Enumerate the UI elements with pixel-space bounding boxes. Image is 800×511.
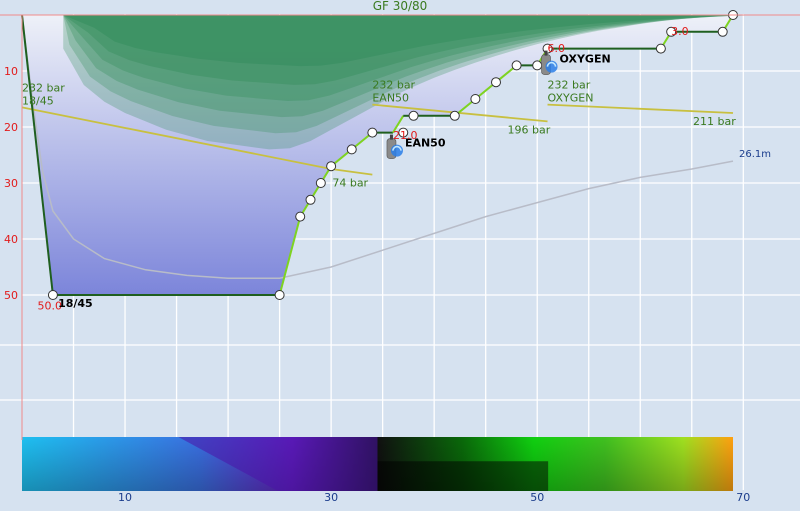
gas-change-label: OXYGEN bbox=[560, 53, 611, 66]
waypoint-marker bbox=[295, 211, 306, 222]
stop-depth-label: 18/45 bbox=[58, 297, 93, 310]
waypoint-marker bbox=[470, 94, 481, 104]
gas-name-label: OXYGEN bbox=[548, 92, 594, 105]
waypoint-marker bbox=[346, 144, 357, 155]
waypoint-marker bbox=[274, 290, 285, 300]
waypoint-marker bbox=[326, 161, 337, 172]
waypoint-marker bbox=[408, 110, 419, 121]
stop-depth-label: 21.0 bbox=[393, 129, 418, 142]
waypoint-marker bbox=[511, 60, 522, 71]
x-tick-label: 30 bbox=[324, 491, 338, 504]
chart-title: GF 30/80 bbox=[373, 0, 428, 13]
y-tick-label: 50 bbox=[4, 289, 18, 302]
stop-depth-label: 3.0 bbox=[671, 25, 689, 38]
waypoint-marker bbox=[47, 290, 58, 300]
stop-depth-label: 6.0 bbox=[548, 42, 566, 55]
chart-canvas: 26.1m232 bar18/4574 bar232 barEAN50196 b… bbox=[0, 0, 800, 507]
y-tick-label: 40 bbox=[4, 233, 18, 246]
heatmap-dark-band bbox=[377, 461, 549, 491]
gas-start-pressure-label: 232 bar bbox=[548, 79, 591, 92]
gas-end-pressure-label: 211 bar bbox=[693, 115, 736, 128]
y-tick-label: 30 bbox=[4, 177, 18, 190]
waypoint-marker bbox=[532, 60, 543, 71]
x-tick-label: 70 bbox=[736, 491, 750, 504]
y-tick-label: 10 bbox=[4, 65, 18, 78]
y-tick-label: 20 bbox=[4, 121, 18, 134]
gas-end-pressure-label: 74 bar bbox=[332, 177, 368, 190]
waypoint-marker bbox=[367, 127, 378, 138]
x-tick-label: 10 bbox=[118, 491, 132, 504]
waypoint-marker bbox=[305, 194, 316, 205]
tissue-heatmap-layer bbox=[22, 437, 733, 491]
waypoint-marker bbox=[449, 110, 460, 121]
gas-end-pressure-label: 196 bar bbox=[508, 123, 551, 136]
waypoint-marker bbox=[655, 43, 666, 54]
waypoint-marker bbox=[315, 178, 326, 188]
gas-name-label: EAN50 bbox=[372, 92, 409, 105]
waypoint-marker bbox=[491, 77, 501, 88]
gas-start-pressure-label: 232 bar bbox=[22, 81, 65, 94]
mean-depth-end-label: 26.1m bbox=[739, 149, 771, 160]
x-tick-label: 50 bbox=[530, 491, 544, 504]
gas-name-label: 18/45 bbox=[22, 94, 54, 107]
gas-start-pressure-label: 232 bar bbox=[372, 79, 415, 92]
dive-profile-chart: 26.1m 232 bar 18/45 74 bar 232 bar EAN50 196 b… bbox=[0, 0, 800, 507]
waypoint-marker bbox=[717, 26, 728, 37]
